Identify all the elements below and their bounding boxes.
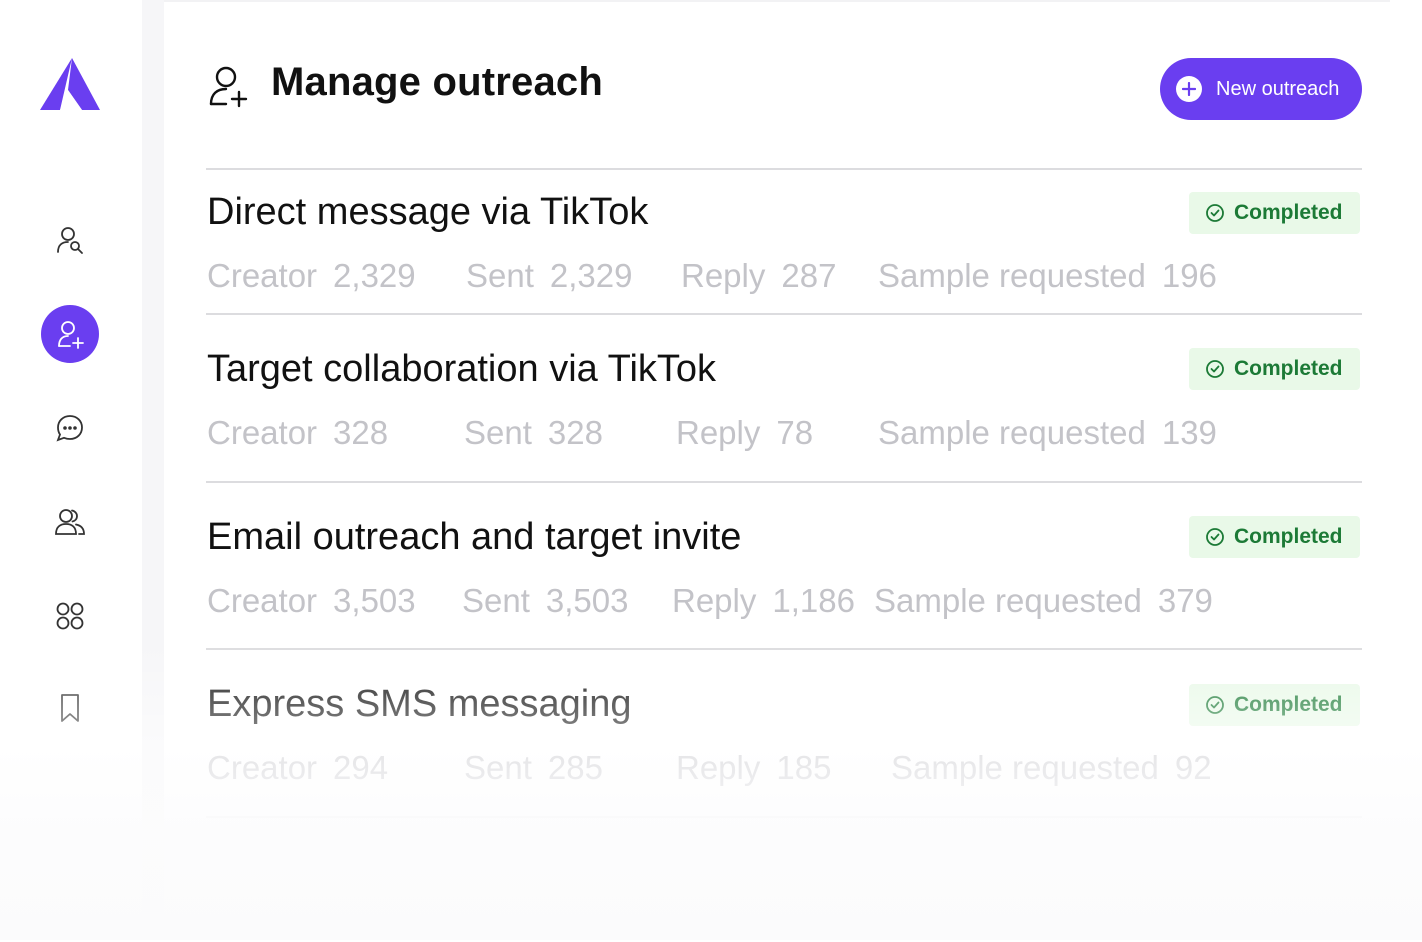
sidebar-gutter: [142, 0, 164, 940]
grid-icon: [56, 602, 84, 630]
row-divider: [206, 168, 1362, 170]
user-add-icon: [209, 66, 248, 108]
new-outreach-label: New outreach: [1216, 77, 1340, 100]
stat-sent: Sent 285: [464, 749, 603, 786]
outreach-title[interactable]: Express SMS messaging: [207, 683, 632, 726]
stat-creator: Creator 3,503: [207, 582, 416, 619]
check-circle-icon: [1206, 696, 1224, 714]
outreach-title[interactable]: Email outreach and target invite: [207, 516, 741, 559]
stat-reply: Reply 185: [676, 749, 832, 786]
user-search-icon: [57, 227, 83, 254]
check-circle-icon: [1206, 360, 1224, 378]
status-label: Completed: [1234, 693, 1343, 716]
stat-sample-requested: Sample requested 92: [891, 749, 1212, 786]
outreach-title[interactable]: Target collaboration via TikTok: [207, 348, 716, 391]
page-title: Manage outreach: [271, 60, 603, 104]
sidebar: [0, 0, 142, 940]
stat-sample-requested: Sample requested 139: [878, 414, 1217, 451]
row-divider: [206, 648, 1362, 650]
row-divider: [206, 313, 1362, 315]
check-circle-icon: [1206, 204, 1224, 222]
nav-creator-search[interactable]: [41, 211, 99, 269]
stat-reply: Reply 287: [681, 257, 837, 294]
bookmark-icon: [61, 694, 79, 722]
user-add-icon: [58, 321, 84, 349]
stat-sent: Sent 328: [464, 414, 603, 451]
chat-bubble-icon: [56, 415, 83, 442]
status-badge: Completed: [1189, 192, 1360, 234]
stat-sent: Sent 2,329: [466, 257, 633, 294]
stat-creator: Creator 328: [207, 414, 389, 451]
nav-apps[interactable]: [41, 587, 99, 645]
main-panel: [164, 0, 1390, 942]
stat-creator: Creator 2,329: [207, 257, 416, 294]
nav-outreach[interactable]: [41, 305, 99, 363]
stat-reply: Reply 1,186: [672, 582, 855, 619]
check-circle-icon: [1206, 528, 1224, 546]
nav-creators[interactable]: [41, 493, 99, 551]
row-divider: [206, 816, 1362, 818]
status-label: Completed: [1234, 201, 1343, 224]
status-badge: Completed: [1189, 684, 1360, 726]
row-divider: [206, 481, 1362, 483]
nav-messages[interactable]: [41, 399, 99, 457]
users-icon: [55, 509, 85, 535]
status-badge: Completed: [1189, 516, 1360, 558]
plus-icon: [1176, 76, 1202, 102]
stat-sample-requested: Sample requested 196: [878, 257, 1217, 294]
stat-reply: Reply 78: [676, 414, 814, 451]
status-label: Completed: [1234, 525, 1343, 548]
status-badge: Completed: [1189, 348, 1360, 390]
new-outreach-button[interactable]: New outreach: [1160, 58, 1362, 120]
stat-sent: Sent 3,503: [462, 582, 629, 619]
stat-creator: Creator 294: [207, 749, 389, 786]
nav-saved[interactable]: [41, 679, 99, 737]
stat-sample-requested: Sample requested 379: [874, 582, 1213, 619]
status-label: Completed: [1234, 357, 1343, 380]
outreach-title[interactable]: Direct message via TikTok: [207, 191, 648, 234]
brand-logo-icon[interactable]: [38, 56, 102, 112]
